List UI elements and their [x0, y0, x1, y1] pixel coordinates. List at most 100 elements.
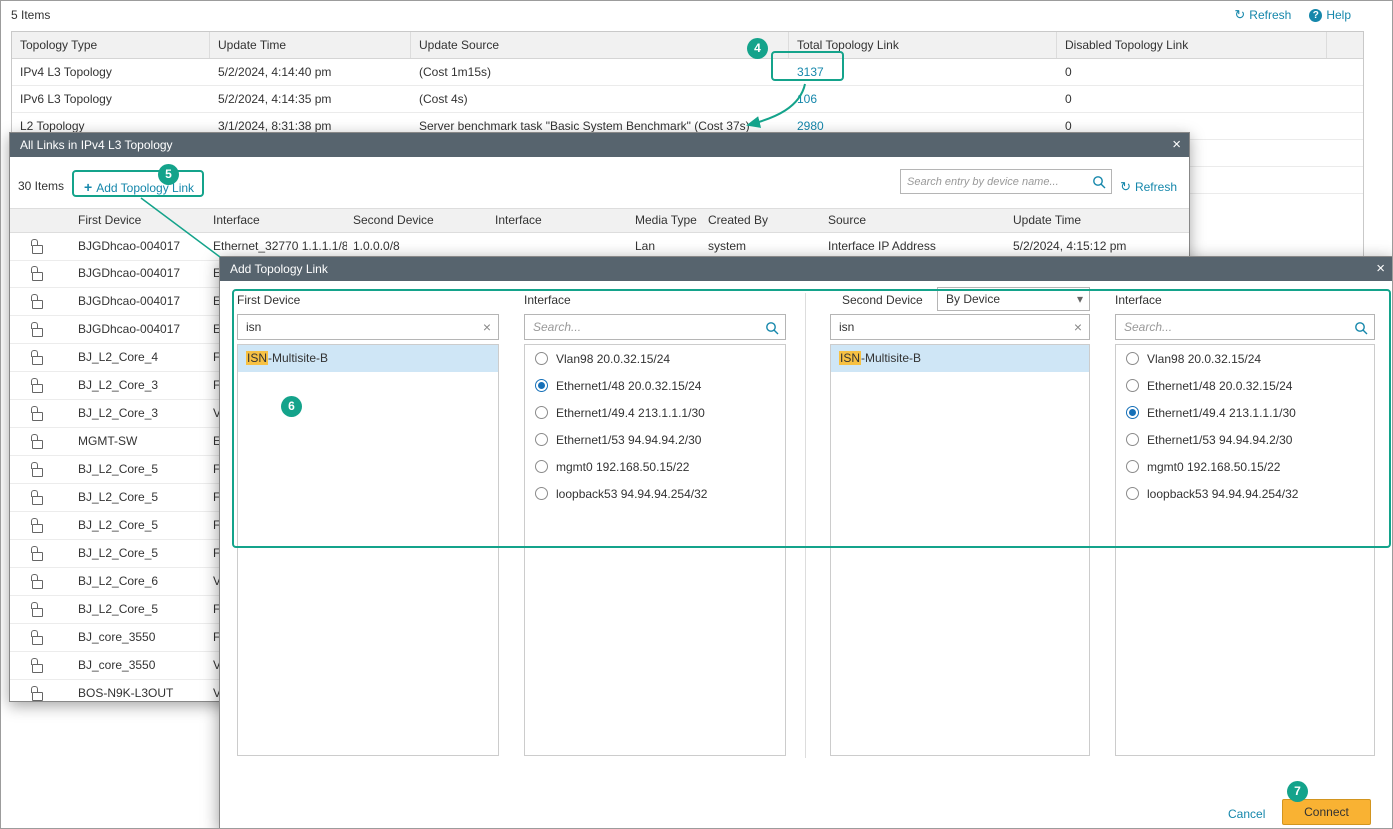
- lock-glyph: [32, 412, 43, 421]
- lock-glyph: [32, 608, 43, 617]
- topology-table-header: Topology Type Update Time Update Source …: [12, 32, 1363, 59]
- annotation-box-total-link: [771, 51, 844, 81]
- lock-glyph: [32, 468, 43, 477]
- unlock-icon: [10, 316, 72, 343]
- first-device-cell: BJ_L2_Core_5: [72, 456, 207, 483]
- unlock-icon: [10, 624, 72, 651]
- table-cell: IPv6 L3 Topology: [12, 86, 210, 112]
- page-toolbar: ↻ Refresh ? Help: [1234, 7, 1351, 23]
- column-header-first-device[interactable]: First Device: [72, 209, 207, 232]
- table-cell: [1327, 86, 1343, 112]
- first-device-cell: BJGDhcao-004017: [72, 316, 207, 343]
- dialog-header: All Links in IPv4 L3 Topology ×: [10, 133, 1189, 157]
- total-topology-link-value[interactable]: 106: [789, 86, 1057, 112]
- annotation-step-4: 4: [747, 38, 768, 59]
- unlock-icon: [10, 456, 72, 483]
- page-items-count: 5 Items: [11, 8, 50, 22]
- annotation-box-selection-area: [232, 289, 1391, 548]
- column-header-disabled-topology-link[interactable]: Disabled Topology Link: [1057, 32, 1327, 58]
- table-cell: (Cost 1m15s): [411, 59, 789, 85]
- help-button[interactable]: ? Help: [1309, 7, 1351, 23]
- annotation-step-6: 6: [281, 396, 302, 417]
- links-items-count: 30 Items: [18, 179, 64, 193]
- first-device-cell: BOS-N9K-L3OUT: [72, 680, 207, 701]
- unlock-icon: [10, 400, 72, 427]
- help-label: Help: [1326, 8, 1351, 22]
- first-device-cell: BJ_core_3550: [72, 624, 207, 651]
- close-icon[interactable]: ×: [1376, 257, 1385, 281]
- unlock-icon: [10, 680, 72, 701]
- refresh-button[interactable]: ↻ Refresh: [1234, 7, 1291, 23]
- column-header-topology-type[interactable]: Topology Type: [12, 32, 210, 58]
- table-row[interactable]: IPv6 L3 Topology5/2/2024, 4:14:35 pm(Cos…: [12, 86, 1363, 113]
- unlock-icon: [10, 512, 72, 539]
- dialog-title: Add Topology Link: [230, 262, 328, 276]
- first-device-cell: BJGDhcao-004017: [72, 233, 207, 260]
- table-cell: 0: [1057, 59, 1327, 85]
- lock-glyph: [32, 524, 43, 533]
- lock-glyph: [32, 496, 43, 505]
- lock-glyph: [32, 328, 43, 337]
- annotation-step-7: 7: [1287, 781, 1308, 802]
- column-header-source[interactable]: Source: [822, 209, 1007, 232]
- unlock-icon: [10, 652, 72, 679]
- unlock-icon: [10, 233, 72, 260]
- lock-glyph: [32, 692, 43, 701]
- first-device-cell: BJ_L2_Core_5: [72, 512, 207, 539]
- first-device-cell: BJ_L2_Core_5: [72, 596, 207, 623]
- column-header-update-time[interactable]: Update Time: [210, 32, 411, 58]
- table-cell: 0: [1057, 86, 1327, 112]
- add-topology-link-dialog: Add Topology Link × First Device Interfa…: [219, 256, 1393, 829]
- refresh-label: Refresh: [1249, 8, 1291, 22]
- first-device-cell: BJ_core_3550: [72, 652, 207, 679]
- dialog-title: All Links in IPv4 L3 Topology: [20, 138, 173, 152]
- unlock-icon: [10, 372, 72, 399]
- lock-glyph: [32, 384, 43, 393]
- unlock-icon: [10, 260, 72, 287]
- column-header-interface[interactable]: Interface: [207, 209, 347, 232]
- dialog-header: Add Topology Link ×: [220, 257, 1393, 281]
- unlock-icon: [10, 484, 72, 511]
- unlock-icon: [10, 344, 72, 371]
- lock-glyph: [32, 272, 43, 281]
- lock-glyph: [32, 356, 43, 365]
- table-cell: IPv4 L3 Topology: [12, 59, 210, 85]
- links-search-box: [900, 169, 1112, 194]
- cancel-button[interactable]: Cancel: [1228, 807, 1265, 821]
- search-input[interactable]: [901, 170, 1085, 193]
- lock-glyph: [32, 440, 43, 449]
- table-row[interactable]: IPv4 L3 Topology5/2/2024, 4:14:40 pm(Cos…: [12, 59, 1363, 86]
- column-header-created-by[interactable]: Created By: [702, 209, 822, 232]
- lock-glyph: [32, 552, 43, 561]
- links-refresh-button[interactable]: ↻ Refresh: [1120, 179, 1177, 195]
- links-refresh-label: Refresh: [1135, 180, 1177, 194]
- connect-button[interactable]: Connect: [1282, 799, 1371, 825]
- annotation-box-add-link: [72, 170, 204, 197]
- column-header-second-device[interactable]: Second Device: [347, 209, 489, 232]
- refresh-icon: ↻: [1120, 179, 1131, 195]
- first-device-cell: BJ_L2_Core_3: [72, 372, 207, 399]
- close-icon[interactable]: ×: [1172, 133, 1181, 157]
- first-device-cell: BJ_L2_Core_4: [72, 344, 207, 371]
- table-cell: [1327, 113, 1343, 139]
- table-cell: [1327, 59, 1343, 85]
- unlock-icon: [10, 568, 72, 595]
- first-device-cell: BJ_L2_Core_6: [72, 568, 207, 595]
- first-device-cell: BJGDhcao-004017: [72, 288, 207, 315]
- unlock-icon: [10, 596, 72, 623]
- first-device-cell: BJGDhcao-004017: [72, 260, 207, 287]
- column-header-update-source[interactable]: Update Source: [411, 32, 789, 58]
- first-device-cell: BJ_L2_Core_5: [72, 484, 207, 511]
- app-window: 5 Items ↻ Refresh ? Help Topology Type U…: [0, 0, 1393, 829]
- table-cell: (Cost 4s): [411, 86, 789, 112]
- links-table-header: First Device Interface Second Device Int…: [10, 208, 1189, 233]
- annotation-step-5: 5: [158, 164, 179, 185]
- search-icon: [1092, 175, 1106, 189]
- column-header-second-interface[interactable]: Interface: [489, 209, 629, 232]
- unlock-icon: [10, 428, 72, 455]
- column-header-media-type[interactable]: Media Type: [629, 209, 702, 232]
- column-header-update-time[interactable]: Update Time: [1007, 209, 1189, 232]
- lock-glyph: [32, 636, 43, 645]
- lock-glyph: [32, 664, 43, 673]
- lock-glyph: [32, 300, 43, 309]
